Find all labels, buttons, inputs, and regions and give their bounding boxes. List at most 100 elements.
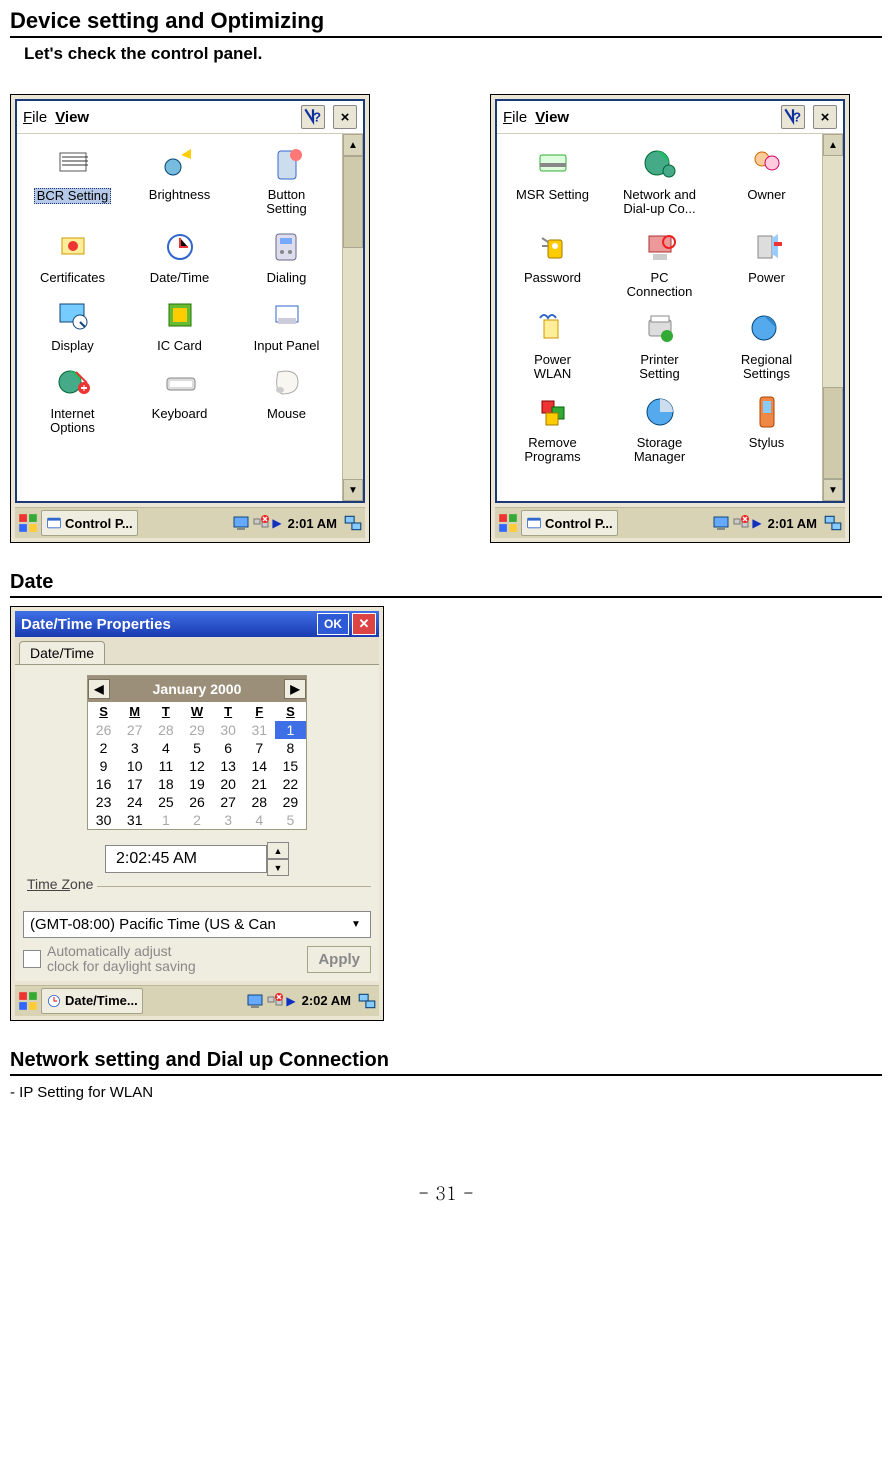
cal-day[interactable]: 28: [150, 721, 181, 739]
cal-day[interactable]: 26: [88, 721, 119, 739]
auto-dst-checkbox[interactable]: [23, 950, 41, 968]
menu-view[interactable]: View: [535, 109, 569, 126]
menu-file[interactable]: File: [23, 109, 47, 126]
scroll-thumb[interactable]: [343, 156, 363, 248]
cp-item[interactable]: Owner: [715, 144, 818, 217]
cp-item[interactable]: Remove Programs: [501, 392, 604, 465]
cal-day[interactable]: 8: [275, 739, 306, 757]
cal-day[interactable]: 9: [88, 757, 119, 775]
cal-day[interactable]: 11: [150, 757, 181, 775]
taskbar-app-control-panel[interactable]: Control P...: [41, 510, 138, 536]
tray-screens-icon[interactable]: [823, 512, 843, 534]
vertical-scrollbar[interactable]: ▲ ▼: [822, 134, 843, 501]
cal-day[interactable]: 29: [275, 793, 306, 811]
cal-day[interactable]: 15: [275, 757, 306, 775]
menu-file[interactable]: File: [503, 109, 527, 126]
tray-screens-icon[interactable]: [343, 512, 363, 534]
tab-date-time[interactable]: Date/Time: [19, 641, 105, 664]
cal-day[interactable]: 7: [244, 739, 275, 757]
cal-day[interactable]: 27: [119, 721, 150, 739]
cal-day[interactable]: 1: [275, 721, 306, 739]
cal-day[interactable]: 3: [119, 739, 150, 757]
cal-day[interactable]: 5: [181, 739, 212, 757]
cal-day[interactable]: 25: [150, 793, 181, 811]
tray-desktop-icon[interactable]: [232, 514, 250, 532]
time-input[interactable]: 2:02:45 AM: [105, 845, 267, 873]
cp-item[interactable]: Password: [501, 227, 604, 300]
time-spin-up[interactable]: ▲: [267, 842, 289, 859]
start-button[interactable]: [497, 512, 519, 534]
cp-item[interactable]: Keyboard: [128, 363, 231, 436]
cp-item[interactable]: PC Connection: [608, 227, 711, 300]
cp-item[interactable]: Display: [21, 295, 124, 353]
cal-day[interactable]: 10: [119, 757, 150, 775]
cal-day[interactable]: 19: [181, 775, 212, 793]
tray-screens-icon[interactable]: [357, 990, 377, 1012]
time-spin-down[interactable]: ▼: [267, 859, 289, 876]
cal-day[interactable]: 27: [213, 793, 244, 811]
cal-day[interactable]: 2: [88, 739, 119, 757]
cp-item[interactable]: Brightness: [128, 144, 231, 217]
cp-item[interactable]: Date/Time: [128, 227, 231, 285]
menu-view[interactable]: View: [55, 109, 89, 126]
cal-day[interactable]: 4: [244, 811, 275, 829]
start-button[interactable]: [17, 990, 39, 1012]
tray-network-disabled-icon[interactable]: [252, 514, 270, 532]
cal-day[interactable]: 22: [275, 775, 306, 793]
cal-day[interactable]: 18: [150, 775, 181, 793]
timezone-combo[interactable]: (GMT-08:00) Pacific Time (US & Can ▼: [23, 911, 371, 938]
calendar[interactable]: ◀ January 2000 ▶ SMTWTFS2627282930311234…: [87, 675, 307, 830]
taskbar-app-date-time[interactable]: Date/Time...: [41, 988, 143, 1014]
close-button[interactable]: ✕: [352, 613, 376, 635]
cal-day[interactable]: 6: [213, 739, 244, 757]
cp-item[interactable]: Button Setting: [235, 144, 338, 217]
cal-day[interactable]: 31: [244, 721, 275, 739]
cal-day[interactable]: 13: [213, 757, 244, 775]
cp-item[interactable]: Regional Settings: [715, 309, 818, 382]
vertical-scrollbar[interactable]: ▲ ▼: [342, 134, 363, 501]
cp-item[interactable]: Network and Dial-up Co...: [608, 144, 711, 217]
cal-day[interactable]: 3: [213, 811, 244, 829]
cp-item[interactable]: Internet Options: [21, 363, 124, 436]
start-button[interactable]: [17, 512, 39, 534]
ok-button[interactable]: OK: [317, 613, 349, 635]
cp-item[interactable]: Input Panel: [235, 295, 338, 353]
cal-next-month[interactable]: ▶: [284, 679, 306, 699]
cal-day[interactable]: 21: [244, 775, 275, 793]
cp-item[interactable]: Certificates: [21, 227, 124, 285]
tray-network-disabled-icon[interactable]: [266, 992, 284, 1010]
cal-day[interactable]: 12: [181, 757, 212, 775]
tray-desktop-icon[interactable]: [712, 514, 730, 532]
taskbar-app-control-panel[interactable]: Control P...: [521, 510, 618, 536]
cal-day[interactable]: 4: [150, 739, 181, 757]
cp-item[interactable]: IC Card: [128, 295, 231, 353]
cal-day[interactable]: 16: [88, 775, 119, 793]
cal-day[interactable]: 29: [181, 721, 212, 739]
cal-day[interactable]: 31: [119, 811, 150, 829]
cp-item[interactable]: MSR Setting: [501, 144, 604, 217]
apply-button[interactable]: Apply: [307, 946, 371, 973]
scroll-down-button[interactable]: ▼: [343, 479, 363, 501]
cal-day[interactable]: 5: [275, 811, 306, 829]
cal-day[interactable]: 20: [213, 775, 244, 793]
context-help-button[interactable]: ?: [301, 105, 325, 129]
cal-day[interactable]: 30: [213, 721, 244, 739]
cp-item[interactable]: Power: [715, 227, 818, 300]
scroll-up-button[interactable]: ▲: [823, 134, 843, 156]
cal-day[interactable]: 26: [181, 793, 212, 811]
scroll-thumb[interactable]: [823, 387, 843, 479]
cp-item[interactable]: Storage Manager: [608, 392, 711, 465]
cp-item[interactable]: Printer Setting: [608, 309, 711, 382]
cal-day[interactable]: 28: [244, 793, 275, 811]
cp-item[interactable]: Power WLAN: [501, 309, 604, 382]
cp-item[interactable]: Dialing: [235, 227, 338, 285]
tray-desktop-icon[interactable]: [246, 992, 264, 1010]
cal-day[interactable]: 14: [244, 757, 275, 775]
close-button[interactable]: ×: [813, 105, 837, 129]
cal-day[interactable]: 23: [88, 793, 119, 811]
cp-item[interactable]: Mouse: [235, 363, 338, 436]
close-button[interactable]: ×: [333, 105, 357, 129]
cal-day[interactable]: 1: [150, 811, 181, 829]
cal-prev-month[interactable]: ◀: [88, 679, 110, 699]
cp-item[interactable]: Stylus: [715, 392, 818, 465]
